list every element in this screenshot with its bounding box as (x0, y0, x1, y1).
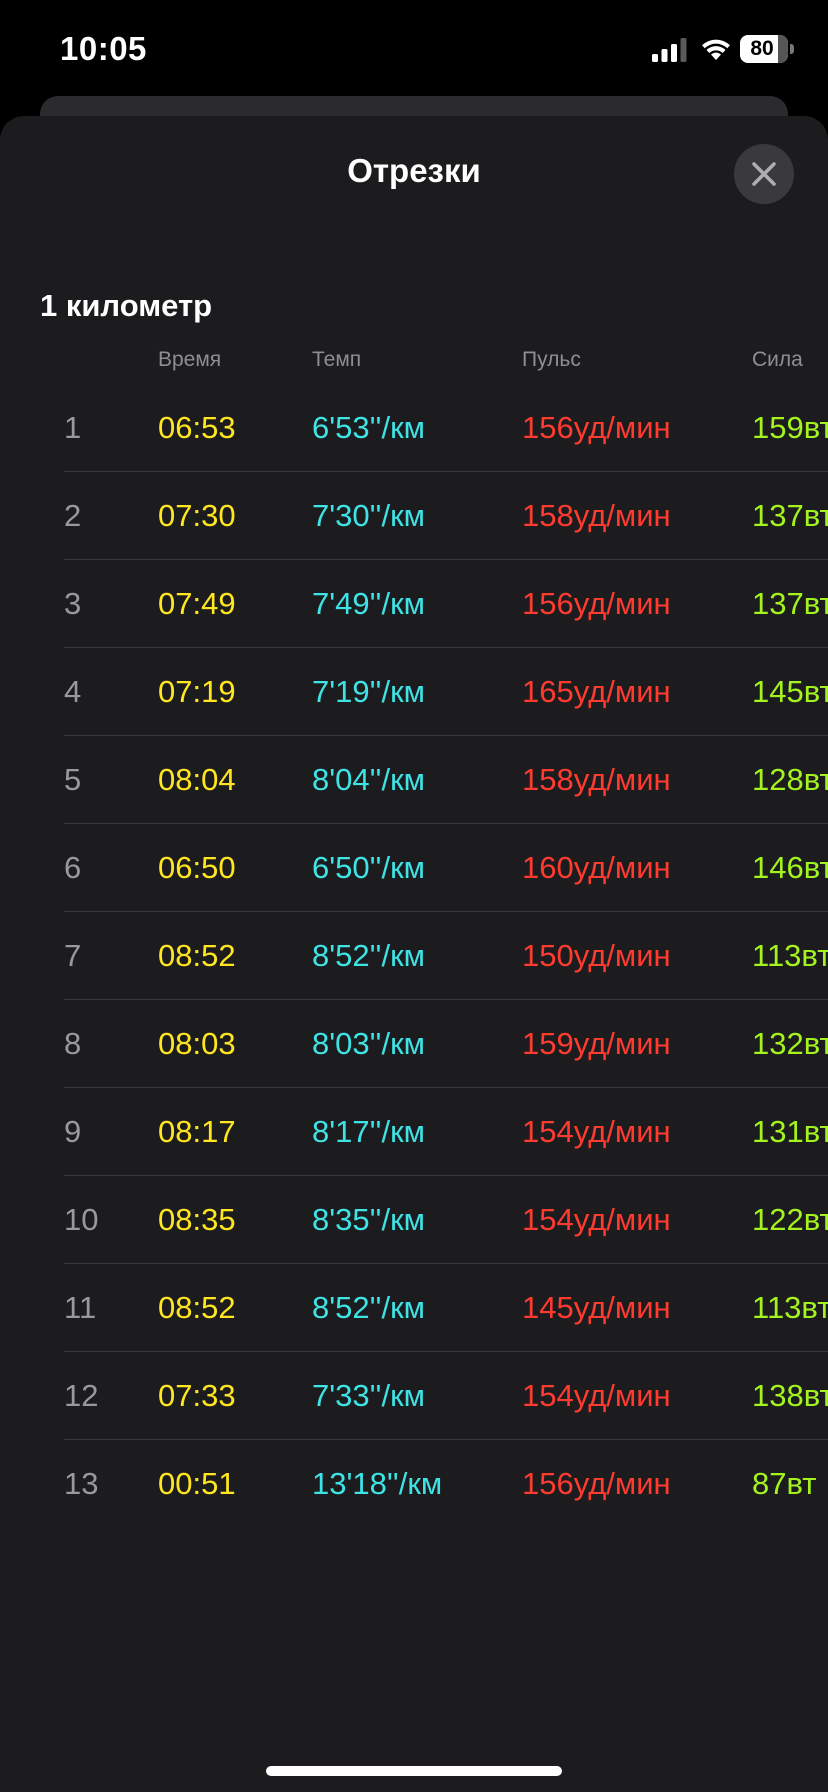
split-power: 128вт (752, 762, 828, 797)
split-time: 06:50 (158, 850, 236, 885)
table-row: 1 06:53 6'53''/км 156уд/мин 159вт (0, 384, 828, 472)
split-heart-rate: 160уд/мин (522, 850, 671, 885)
split-time: 07:19 (158, 674, 236, 709)
split-time: 08:03 (158, 1026, 236, 1061)
split-power: 113вт (752, 1290, 828, 1325)
split-time: 07:49 (158, 586, 236, 621)
split-heart-rate: 156уд/мин (522, 1466, 671, 1501)
split-time: 08:04 (158, 762, 236, 797)
split-pace: 8'52''/км (312, 938, 425, 973)
status-time: 10:05 (60, 30, 147, 67)
section-title: 1 километр (40, 288, 213, 323)
split-number: 1 (64, 410, 82, 445)
table-row: 11 08:52 8'52''/км 145уд/мин 113вт (0, 1264, 828, 1352)
battery-level: 80 (750, 37, 774, 60)
status-bar: 10:05 80 (0, 0, 828, 100)
split-number: 7 (64, 938, 82, 973)
split-number: 4 (64, 674, 82, 709)
split-pace: 6'53''/км (312, 410, 425, 445)
split-pace: 6'50''/км (312, 850, 425, 885)
table-row: 13 00:51 13'18''/км 156уд/мин 87вт (0, 1440, 828, 1528)
header-time: Время (158, 348, 222, 371)
splits-table: 1 06:53 6'53''/км 156уд/мин 159вт 2 07:30 7'30'… (0, 384, 828, 1528)
split-power: 146вт (752, 850, 828, 885)
header-pace: Темп (312, 348, 362, 371)
split-heart-rate: 145уд/мин (522, 1290, 671, 1325)
split-time: 00:51 (158, 1466, 236, 1501)
split-time: 08:52 (158, 1290, 236, 1325)
split-time: 08:17 (158, 1114, 236, 1149)
splits-sheet: Отрезки 1 километр Время Темп Пульс Сила… (0, 116, 828, 1792)
split-power: 87вт (752, 1466, 817, 1501)
table-row: 3 07:49 7'49''/км 156уд/мин 137вт (0, 560, 828, 648)
close-icon (752, 162, 776, 186)
close-button[interactable] (734, 144, 794, 204)
split-heart-rate: 158уд/мин (522, 762, 671, 797)
split-pace: 7'49''/км (312, 586, 425, 621)
wifi-icon (702, 39, 730, 60)
split-power: 138вт (752, 1378, 828, 1413)
split-pace: 7'30''/км (312, 498, 425, 533)
split-number: 5 (64, 762, 82, 797)
split-number: 11 (64, 1290, 97, 1325)
sheet-title: Отрезки (347, 152, 481, 189)
table-row: 12 07:33 7'33''/км 154уд/мин 138вт (0, 1352, 828, 1440)
split-pace: 8'04''/км (312, 762, 425, 797)
split-heart-rate: 150уд/мин (522, 938, 671, 973)
split-number: 9 (64, 1114, 82, 1149)
split-number: 12 (64, 1378, 99, 1413)
header-power: Сила (752, 348, 803, 371)
split-power: 132вт (752, 1026, 828, 1061)
table-row: 9 08:17 8'17''/км 154уд/мин 131вт (0, 1088, 828, 1176)
split-number: 6 (64, 850, 82, 885)
split-heart-rate: 165уд/мин (522, 674, 671, 709)
split-number: 3 (64, 586, 82, 621)
table-row: 7 08:52 8'52''/км 150уд/мин 113вт (0, 912, 828, 1000)
split-time: 07:30 (158, 498, 236, 533)
table-row: 8 08:03 8'03''/км 159уд/мин 132вт (0, 1000, 828, 1088)
split-power: 159вт (752, 410, 828, 445)
home-indicator[interactable] (266, 1766, 562, 1776)
split-power: 137вт (752, 586, 828, 621)
split-power: 137вт (752, 498, 828, 533)
split-heart-rate: 154уд/мин (522, 1114, 671, 1149)
split-pace: 8'17''/км (312, 1114, 425, 1149)
table-row: 4 07:19 7'19''/км 165уд/мин 145вт (0, 648, 828, 736)
split-heart-rate: 156уд/мин (522, 410, 671, 445)
split-pace: 13'18''/км (312, 1466, 443, 1501)
split-power: 113вт (752, 938, 828, 973)
split-number: 8 (64, 1026, 82, 1061)
split-pace: 7'19''/км (312, 674, 425, 709)
split-heart-rate: 158уд/мин (522, 498, 671, 533)
split-heart-rate: 154уд/мин (522, 1202, 671, 1237)
split-power: 122вт (752, 1202, 828, 1237)
split-time: 07:33 (158, 1378, 236, 1413)
table-row: 10 08:35 8'35''/км 154уд/мин 122вт (0, 1176, 828, 1264)
split-heart-rate: 156уд/мин (522, 586, 671, 621)
split-number: 13 (64, 1466, 99, 1501)
split-time: 08:35 (158, 1202, 236, 1237)
table-row: 6 06:50 6'50''/км 160уд/мин 146вт (0, 824, 828, 912)
split-heart-rate: 159уд/мин (522, 1026, 671, 1061)
split-number: 2 (64, 498, 82, 533)
split-heart-rate: 154уд/мин (522, 1378, 671, 1413)
split-power: 145вт (752, 674, 828, 709)
split-pace: 8'35''/км (312, 1202, 425, 1237)
table-header: Время Темп Пульс Сила (0, 348, 828, 378)
battery-tip (790, 44, 794, 54)
cellular-signal-icon (652, 38, 687, 62)
table-row: 5 08:04 8'04''/км 158уд/мин 128вт (0, 736, 828, 824)
table-row: 2 07:30 7'30''/км 158уд/мин 137вт (0, 472, 828, 560)
split-power: 131вт (752, 1114, 828, 1149)
split-pace: 8'03''/км (312, 1026, 425, 1061)
split-pace: 7'33''/км (312, 1378, 425, 1413)
split-time: 06:53 (158, 410, 236, 445)
battery-icon: 80 (740, 35, 796, 63)
battery-body: 80 (740, 35, 788, 63)
split-time: 08:52 (158, 938, 236, 973)
split-pace: 8'52''/км (312, 1290, 425, 1325)
split-number: 10 (64, 1202, 99, 1237)
header-heart-rate: Пульс (522, 348, 581, 371)
